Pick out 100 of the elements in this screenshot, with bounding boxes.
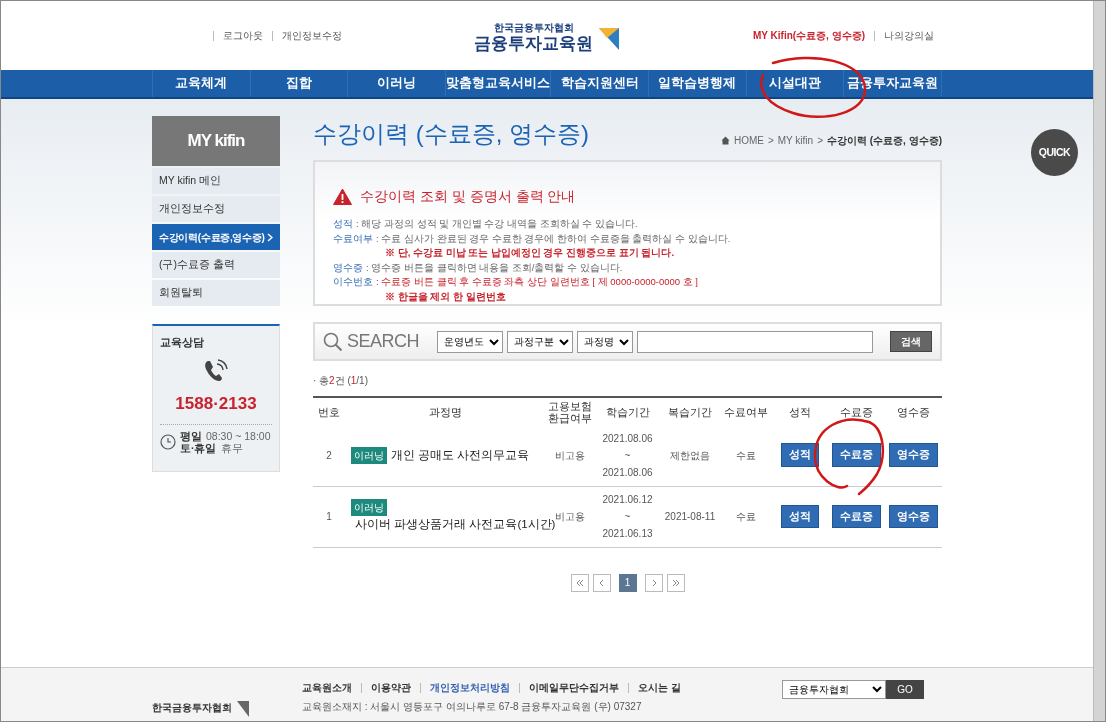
breadcrumb-link[interactable]: HOME (733, 133, 764, 148)
date-text: ~ (623, 448, 632, 463)
column-header: 학습기간 (595, 397, 660, 425)
table-cell: 수료 (720, 486, 772, 547)
notice-note: ※ 한글을 제외 한 일련번호 (384, 289, 507, 304)
warning-icon (333, 188, 352, 205)
notice-text: : 수료 심사가 완료된 경우 수료한 경우에 한하여 수료증을 출력하실 수 있습니다. (376, 231, 731, 246)
action-button[interactable]: 성적 (781, 504, 819, 529)
table-cell: 수료 (720, 425, 772, 486)
action-button[interactable]: 영수증 (889, 443, 938, 468)
column-header: 고용보험 환급여부 (545, 397, 595, 425)
hours-time: 08:30 ~ 18:00 (206, 430, 271, 442)
table-cell: 2021-08-11 (660, 486, 720, 547)
course-title[interactable]: 개인 공매도 사전의무교육 (391, 446, 530, 464)
notice-text: : 수료증 버튼 클릭 후 수료증 좌측 상단 일련번호 [ 제 0000-0000-0000 호 ] (376, 275, 698, 289)
dropdown[interactable]: 과정명 (577, 330, 633, 353)
hours-day: 평일 (180, 430, 202, 442)
my-kifin-link[interactable]: MY Kifin(수료증, 영수증) (752, 28, 865, 43)
footer-link[interactable]: 개인정보처리방침 (420, 682, 510, 693)
sidebar-header: MY kifin (152, 116, 280, 166)
footer-link[interactable]: 이메일무단수집거부 (519, 682, 619, 693)
nav-menu-item[interactable]: 학습지원센터 (550, 70, 648, 97)
action-button[interactable]: 성적 (781, 443, 819, 468)
breadcrumb-current: 수강이력 (수료증, 영수증) (827, 134, 942, 148)
search-icon (323, 331, 343, 352)
notice-note: ※ 단, 수강료 미납 또는 납입예정인 경우 진행중으로 표기 됩니다. (384, 246, 676, 260)
footer-link[interactable]: 이용약관 (361, 682, 411, 693)
go-button[interactable]: GO (886, 680, 924, 699)
footer-link[interactable]: 교육원소개 (302, 680, 352, 695)
column-header: 영수증 (885, 397, 942, 425)
sidebar-item[interactable]: (구)수료증 출력 (152, 252, 280, 278)
dropdown[interactable]: 운영년도 (437, 330, 503, 353)
date-text: 2021.06.12 (601, 493, 654, 507)
logout-link[interactable]: 로그아웃 (213, 30, 263, 41)
page-title: 수강이력 (수료증, 영수증) (313, 119, 589, 149)
phone-number: 1588·2133 (174, 392, 258, 415)
notice-title: 수강이력 조회 및 증명서 출력 안내 (360, 187, 576, 206)
previous-page-button[interactable] (592, 573, 611, 592)
last-page-button[interactable] (666, 573, 685, 592)
date-text: 2021.08.06 (601, 465, 654, 480)
logo-flag-icon (597, 25, 622, 52)
logo-org-text: 한국금융투자협회 (492, 20, 575, 35)
category-tag: 이러닝 (351, 446, 387, 464)
nav-menu-item[interactable]: 이러닝 (347, 70, 446, 97)
next-page-button[interactable] (644, 573, 663, 592)
total-count: · 총2건 (1/1) (313, 374, 369, 388)
breadcrumb-link[interactable]: MY kifin (777, 133, 814, 148)
hours-time: 휴무 (220, 442, 243, 454)
date-text: 2021.08.06 (601, 431, 654, 446)
chevron-right-icon (267, 232, 273, 242)
category-tag: 이러닝 (351, 499, 387, 517)
clock-icon (160, 434, 176, 450)
chevron-icon (574, 578, 585, 587)
notice-term: 영수증 (333, 260, 363, 275)
nav-menu-item[interactable]: 맞춤형교육서비스 (445, 70, 551, 97)
nav-menu-item[interactable]: 일학습병행제 (647, 70, 746, 97)
date-text: 2021.06.13 (601, 527, 654, 541)
chevron-icon (670, 578, 681, 587)
sidebar-item[interactable]: 개인정보수정 (152, 196, 280, 222)
column-header: 수료증 (828, 397, 885, 425)
column-header: 번호 (313, 397, 345, 425)
first-page-button[interactable] (570, 573, 589, 592)
footer-logo-text: 한국금융투자협회 (152, 701, 232, 715)
sidebar-item[interactable]: 수강이력(수료증,영수증) (152, 224, 280, 250)
edit-profile-link[interactable]: 개인정보수정 (272, 30, 342, 41)
nav-menu-item[interactable]: 집합 (249, 70, 348, 97)
footer-address: 교육원소재지 : 서울시 영등포구 여의나루로 67-8 금융투자교육원 (우) 07327 (302, 700, 643, 714)
my-classroom-link[interactable]: 나의강의실 (874, 30, 934, 41)
hours-day: 토·휴일 (180, 442, 217, 454)
sidebar-item[interactable]: MY kifin 메인 (152, 168, 280, 194)
notice-term: 수료여부 (333, 231, 373, 246)
quick-button[interactable]: QUICK (1031, 129, 1078, 176)
logo-title: 금융투자교육원 (474, 34, 594, 52)
scrollbar[interactable] (1093, 1, 1105, 721)
column-header: 복습기간 (660, 397, 720, 425)
search-field[interactable] (637, 330, 873, 353)
table-cell: 2 (313, 425, 345, 486)
course-title[interactable]: 사이버 파생상품거래 사전교육(1시간) (355, 516, 556, 534)
sidebar-item[interactable]: 회원탈퇴 (152, 280, 280, 306)
table-cell: 제한없음 (660, 425, 720, 486)
breadcrumb-separator: > (817, 134, 823, 148)
search-button[interactable]: 검색 (890, 331, 932, 352)
page-button[interactable]: 1 (618, 573, 637, 592)
dropdown[interactable]: 과정구분 (507, 330, 573, 353)
action-button[interactable]: 수료증 (832, 504, 881, 529)
column-header: 수료여부 (720, 397, 772, 425)
notice-term: 이수번호 (333, 275, 373, 289)
footer-link[interactable]: 오시는 길 (628, 682, 681, 693)
notice-text: : 영수증 버튼을 클릭하면 내용을 조회/출력할 수 있습니다. (366, 260, 623, 275)
notice-term: 성적 (333, 217, 353, 231)
date-text: ~ (623, 510, 632, 524)
action-button[interactable]: 영수증 (889, 504, 938, 529)
table-cell: 1 (313, 486, 345, 547)
family-site-dropdown[interactable]: 금융투자협회 (782, 680, 886, 699)
nav-menu-item[interactable]: 교육체계 (152, 70, 250, 97)
nav-menu-item[interactable]: 시설대관 (745, 70, 844, 97)
home-icon (720, 136, 730, 145)
action-button[interactable]: 수료증 (832, 443, 881, 468)
column-header: 과정명 (345, 397, 545, 425)
breadcrumb-separator: > (767, 134, 774, 148)
